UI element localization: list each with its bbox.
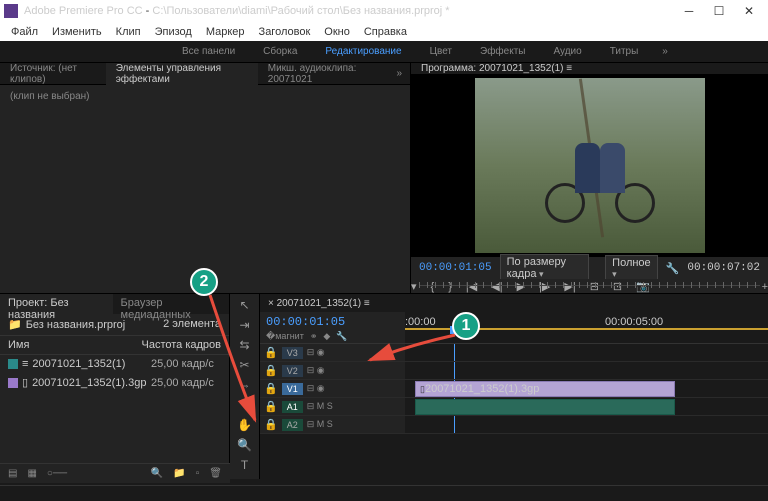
settings-icon[interactable]: 🔧 [336, 331, 347, 342]
menu-title[interactable]: Заголовок [252, 26, 318, 38]
snap-icon[interactable]: �магнит [266, 331, 304, 342]
annotation-2: 2 [190, 268, 218, 296]
add-marker-icon[interactable]: ▾ [411, 280, 417, 293]
source-panel: Источник: (нет клипов) Элементы управлен… [0, 63, 410, 293]
menu-window[interactable]: Окно [317, 26, 357, 38]
menu-marker[interactable]: Маркер [199, 26, 252, 38]
timeline-title[interactable]: × 20071021_1352(1) ≡ [260, 294, 768, 312]
close-button[interactable]: ✕ [734, 1, 764, 21]
item-color-swatch [8, 378, 18, 388]
project-headers: Имя Частота кадров [0, 336, 229, 355]
menu-clip[interactable]: Клип [109, 26, 148, 38]
ws-tab-titles[interactable]: Титры [596, 46, 653, 57]
quality-dropdown[interactable]: Полное ▾ [605, 255, 658, 282]
type-tool-icon[interactable]: T [241, 458, 248, 472]
effect-controls-tab[interactable]: Элементы управления эффектами [106, 63, 258, 85]
lock-icon[interactable]: 🔒 [264, 382, 278, 395]
ws-tab-effects[interactable]: Эффекты [466, 46, 539, 57]
col-name[interactable]: Имя [8, 339, 142, 351]
btn-plus-icon[interactable]: + [762, 281, 768, 293]
statusbar [0, 485, 768, 501]
no-clip-text: (клип не выбран) [0, 85, 410, 108]
program-tc-left[interactable]: 00:00:01:05 [419, 262, 492, 274]
lock-icon[interactable]: 🔒 [264, 364, 278, 377]
track-v1: 🔒V1⊟ ◉ ▯ 20071021_1352(1).3gp [260, 380, 768, 398]
zoom-dropdown[interactable]: По размеру кадра ▾ [500, 254, 590, 282]
program-scrubber[interactable] [419, 279, 760, 280]
link-icon[interactable]: ⚭ [310, 331, 318, 342]
track-v3: 🔒V3⊟ ◉ [260, 344, 768, 362]
maximize-button[interactable]: ☐ [704, 1, 734, 21]
track-a2: 🔒A2⊟ M S [260, 416, 768, 434]
settings-icon[interactable]: 🔧 [666, 262, 680, 275]
menu-edit[interactable]: Изменить [45, 26, 109, 38]
marker-icon[interactable]: ◆ [323, 331, 330, 342]
ws-tab-audio[interactable]: Аудио [539, 46, 595, 57]
trash-icon[interactable]: 🗑 [209, 468, 222, 479]
track-label[interactable]: A2 [282, 419, 303, 431]
program-title: Программа: 20071021_1352(1) ≡ [411, 63, 768, 74]
project-panel: Проект: Без названия Браузер медиаданных… [0, 294, 230, 479]
icon-view-icon[interactable]: ▦ [27, 468, 36, 479]
project-item[interactable]: ▯ 20071021_1352(1).3gp 25,00 кадр/с [0, 373, 229, 392]
project-file: 📁 Без названия.prproj [8, 318, 125, 331]
arrow-2 [205, 290, 265, 430]
ws-tab-color[interactable]: Цвет [416, 46, 466, 57]
timeline-panel: × 20071021_1352(1) ≡ 00:00:01:05 �магнит… [260, 294, 768, 479]
new-bin-icon[interactable]: 📁 [173, 468, 185, 479]
track-label[interactable]: V3 [282, 347, 303, 359]
video-icon: ▯ [22, 376, 28, 389]
arrow-1 [360, 330, 460, 370]
source-tab[interactable]: Источник: (нет клипов) [0, 63, 106, 85]
new-item-icon[interactable]: ▫ [196, 468, 200, 479]
zoom-tool-icon[interactable]: 🔍 [237, 438, 252, 452]
track-a1: 🔒A1⊟ M S [260, 398, 768, 416]
sequence-icon: ≡ [22, 358, 28, 370]
program-tc-right: 00:00:07:02 [687, 262, 760, 274]
lock-icon[interactable]: 🔒 [264, 418, 278, 431]
menu-help[interactable]: Справка [357, 26, 414, 38]
track-v2: 🔒V2⊟ ◉ [260, 362, 768, 380]
timeline-timecode[interactable]: 00:00:01:05 [266, 315, 399, 329]
project-item[interactable]: ≡ 20071021_1352(1) 25,00 кадр/с [0, 355, 229, 373]
zoom-slider[interactable]: ○── [47, 468, 67, 479]
track-label[interactable]: A1 [282, 401, 303, 413]
menu-file[interactable]: Файл [4, 26, 45, 38]
lock-icon[interactable]: 🔒 [264, 346, 278, 359]
track-body[interactable]: ▯ 20071021_1352(1).3gp [405, 380, 768, 397]
lock-icon[interactable]: 🔒 [264, 400, 278, 413]
ws-more-icon[interactable]: » [652, 46, 678, 57]
item-color-swatch [8, 359, 18, 369]
ws-tab-assembly[interactable]: Сборка [249, 46, 311, 57]
menu-sequence[interactable]: Эпизод [148, 26, 199, 38]
track-body[interactable] [405, 398, 768, 415]
titlebar: Adobe Premiere Pro CC - C:\Пользователи\… [0, 0, 768, 22]
ws-tab-editing[interactable]: Редактирование [311, 46, 415, 57]
workspace-tabs: Все панели Сборка Редактирование Цвет Эф… [0, 41, 768, 63]
find-icon[interactable]: 🔍 [151, 468, 163, 479]
annotation-1: 1 [452, 312, 480, 340]
video-clip[interactable]: ▯ 20071021_1352(1).3gp [415, 381, 675, 397]
program-monitor: Программа: 20071021_1352(1) ≡ 00:00:01:0… [410, 63, 768, 293]
audio-clip[interactable] [415, 399, 675, 415]
app-icon [4, 4, 18, 18]
track-label[interactable]: V1 [282, 383, 303, 395]
window-title: Adobe Premiere Pro CC - C:\Пользователи\… [24, 5, 674, 17]
panel-more-icon[interactable]: » [388, 68, 410, 79]
project-footer: ▤ ▦ ○── 🔍 📁 ▫ 🗑 [0, 463, 230, 483]
list-view-icon[interactable]: ▤ [8, 468, 17, 479]
audio-mixer-tab[interactable]: Микш. аудиоклипа: 20071021 [258, 63, 389, 85]
minimize-button[interactable]: ─ [674, 1, 704, 21]
menubar: Файл Изменить Клип Эпизод Маркер Заголов… [0, 22, 768, 41]
track-label[interactable]: V2 [282, 365, 303, 377]
ws-tab-all[interactable]: Все панели [168, 46, 249, 57]
video-preview[interactable] [411, 74, 768, 257]
project-tab[interactable]: Проект: Без названия [0, 294, 113, 314]
